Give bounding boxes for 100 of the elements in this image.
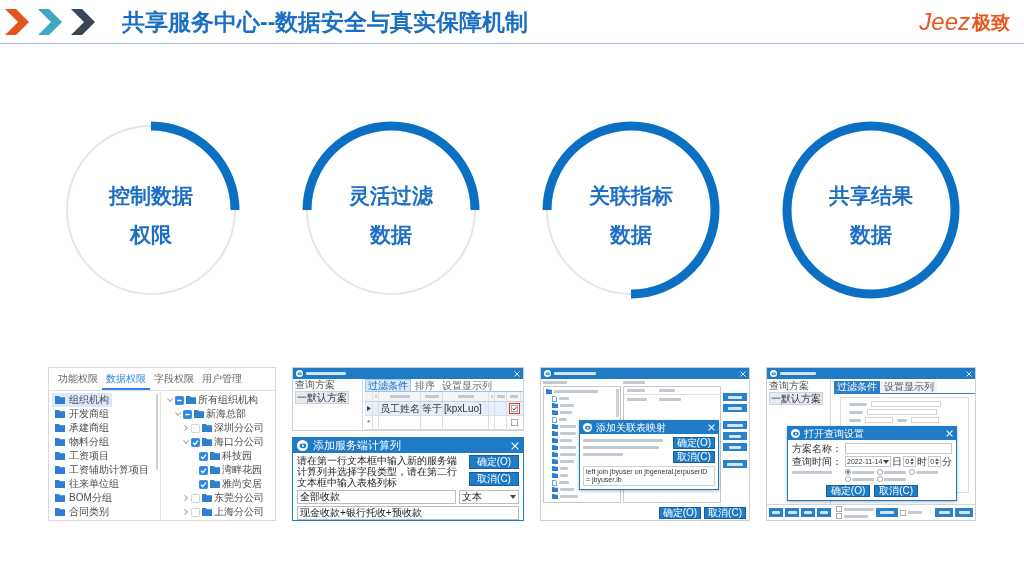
chevron-down-icon[interactable] xyxy=(167,397,173,403)
tree-item[interactable]: 科技园 xyxy=(222,450,252,462)
scrollbar-thumb[interactable] xyxy=(156,394,158,470)
close-icon[interactable] xyxy=(708,424,715,431)
dialog-button[interactable]: 确定(O) xyxy=(469,455,519,469)
chevron-down-icon[interactable] xyxy=(175,411,181,417)
small-button[interactable] xyxy=(723,393,747,401)
tree-item[interactable]: 深圳分公司 xyxy=(214,422,264,434)
radio-button[interactable] xyxy=(877,476,883,482)
tree-item[interactable]: 海口分公司 xyxy=(214,436,264,448)
small-button[interactable] xyxy=(723,404,747,412)
blurred-text-line xyxy=(389,395,410,398)
chevron-right-icon[interactable] xyxy=(183,425,189,431)
small-button[interactable] xyxy=(817,508,831,517)
tab[interactable]: 排序 xyxy=(412,379,438,391)
tree-item[interactable]: 东莞分公司 xyxy=(214,492,264,504)
tree-item[interactable]: 雅尚安居 xyxy=(222,478,262,490)
chevron-right-icon[interactable] xyxy=(183,509,189,515)
list-item[interactable]: BOM分组 xyxy=(52,491,115,505)
small-button[interactable] xyxy=(801,508,815,517)
radio-button[interactable] xyxy=(909,469,915,475)
tab[interactable]: 功能权限 xyxy=(54,371,102,390)
radio-button[interactable] xyxy=(877,469,883,475)
text-field[interactable]: 全部收款 xyxy=(297,490,456,504)
tree-item[interactable]: 新海总部 xyxy=(206,408,246,420)
dialog-button[interactable]: 取消(C) xyxy=(469,472,519,486)
dialog-button[interactable]: 取消(C) xyxy=(672,451,715,463)
small-button[interactable] xyxy=(723,443,747,451)
small-button[interactable] xyxy=(935,508,953,517)
caret-down-icon[interactable] xyxy=(510,495,516,499)
list-item[interactable]: 合同类别 xyxy=(52,505,112,519)
window-title: 添加关联表映射 xyxy=(596,421,666,434)
list-item[interactable]: 工资项目 xyxy=(52,449,112,463)
caret-down-icon[interactable] xyxy=(883,459,890,464)
table-row[interactable]: 员工姓名 等于 [kpxLuo] xyxy=(365,402,523,416)
checkbox[interactable] xyxy=(183,409,192,419)
table-row[interactable]: * xyxy=(365,416,523,430)
list-item[interactable]: 组织机构 xyxy=(52,393,112,407)
input-field[interactable] xyxy=(845,443,952,454)
scrollbar-thumb[interactable] xyxy=(616,389,619,417)
input-field[interactable] xyxy=(911,417,939,423)
chevron-right-icon[interactable] xyxy=(183,495,189,501)
text-field[interactable]: 现金收款+银行托收+预收款 xyxy=(297,506,519,520)
checkbox[interactable] xyxy=(191,437,200,447)
blurred-text-line xyxy=(627,397,647,401)
dialog-button[interactable]: 确定(O) xyxy=(658,506,702,519)
blurred-text-line xyxy=(623,381,645,384)
dropdown[interactable]: 文本 xyxy=(459,490,519,504)
dialog-button[interactable]: 取消(C) xyxy=(704,506,746,519)
tree-item[interactable]: 上海分公司 xyxy=(214,506,264,518)
checkbox[interactable] xyxy=(836,506,842,512)
small-button[interactable] xyxy=(955,508,973,517)
input-field[interactable] xyxy=(871,401,941,407)
tab[interactable]: 设置显示列 xyxy=(439,379,495,391)
close-icon[interactable] xyxy=(946,430,953,437)
dialog-button[interactable]: 取消(C) xyxy=(874,485,919,497)
spinner-arrows-icon[interactable] xyxy=(910,458,915,465)
tab[interactable]: 数据权限 xyxy=(102,371,150,390)
spinner-arrows-icon[interactable] xyxy=(935,458,940,465)
chevron-down-icon[interactable] xyxy=(183,439,189,445)
list-item[interactable]: 承建商组 xyxy=(52,421,112,435)
close-icon[interactable] xyxy=(511,441,519,450)
unit-label: 分 xyxy=(942,456,953,467)
checkbox[interactable] xyxy=(199,479,208,489)
tab[interactable]: 过滤条件 xyxy=(834,381,880,393)
small-button[interactable] xyxy=(723,421,747,429)
ring-label: 数据 xyxy=(850,222,892,247)
small-button[interactable] xyxy=(723,460,747,468)
checkbox[interactable] xyxy=(510,419,518,426)
small-button[interactable] xyxy=(723,432,747,440)
small-button[interactable] xyxy=(769,508,783,517)
input-field[interactable] xyxy=(865,417,893,423)
blurred-text-line xyxy=(659,389,675,392)
close-icon[interactable] xyxy=(966,370,972,377)
list-item[interactable]: 物料分组 xyxy=(52,435,112,449)
list-item[interactable]: 一默认方案 xyxy=(295,391,349,404)
radio-button[interactable] xyxy=(845,476,851,482)
dialog-button[interactable]: 确定(O) xyxy=(672,437,715,449)
checkbox[interactable] xyxy=(836,513,842,519)
radio-button[interactable] xyxy=(845,469,851,475)
tree-item[interactable]: 所有组织机构 xyxy=(198,394,258,406)
list-item[interactable]: 往来单位组 xyxy=(52,477,122,491)
checkbox[interactable] xyxy=(199,465,208,475)
close-icon[interactable] xyxy=(514,370,520,377)
checkbox[interactable] xyxy=(175,395,184,405)
small-button[interactable] xyxy=(876,508,898,517)
tab[interactable]: 用户管理 xyxy=(198,371,246,390)
dialog-button[interactable]: 确定(O) xyxy=(825,485,871,497)
list-item[interactable]: 开发商组 xyxy=(52,407,112,421)
list-item[interactable]: 工资辅助计算项目 xyxy=(52,463,152,477)
list-item[interactable]: 一默认方案 xyxy=(769,392,823,405)
tab[interactable]: 字段权限 xyxy=(150,371,198,390)
checkbox[interactable] xyxy=(900,509,906,516)
input-field[interactable] xyxy=(867,409,937,415)
tab[interactable]: 过滤条件 xyxy=(365,379,411,391)
checkbox[interactable] xyxy=(199,451,208,461)
close-icon[interactable] xyxy=(740,370,746,377)
small-button[interactable] xyxy=(785,508,799,517)
tree-item[interactable]: 湾畔花园 xyxy=(222,464,262,476)
tab[interactable]: 设置显示列 xyxy=(881,381,937,393)
